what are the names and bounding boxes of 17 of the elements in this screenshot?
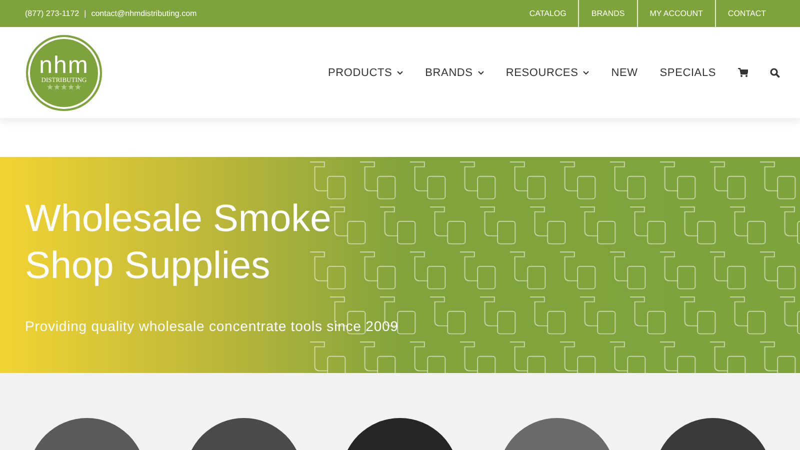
chevron-down-icon xyxy=(478,70,484,74)
chevron-down-icon xyxy=(397,70,404,74)
phone-number: (877) 273-1172 xyxy=(25,9,80,18)
stars-icon xyxy=(47,84,81,90)
hero-subtitle: Providing quality wholesale concentrate tools since 2009 xyxy=(25,318,400,334)
top-link[interactable]: CATALOG xyxy=(517,0,578,27)
hero-title: Wholesale Smoke Shop Supplies xyxy=(25,197,332,289)
nav-link[interactable]: SPECIALS xyxy=(660,66,716,78)
nav-menu-item[interactable]: BRANDS xyxy=(425,66,484,78)
nav-menu-item[interactable]: RESOURCES xyxy=(506,66,590,78)
chevron-down-icon xyxy=(583,70,590,74)
separator: | xyxy=(84,9,86,18)
nav-link[interactable]: NEW xyxy=(611,66,638,78)
email-link[interactable]: contact@nhmdistributing.com xyxy=(91,9,197,18)
search-icon[interactable] xyxy=(770,68,780,78)
nav-menu-item[interactable]: PRODUCTS xyxy=(328,66,404,78)
cart-icon[interactable] xyxy=(738,68,748,77)
